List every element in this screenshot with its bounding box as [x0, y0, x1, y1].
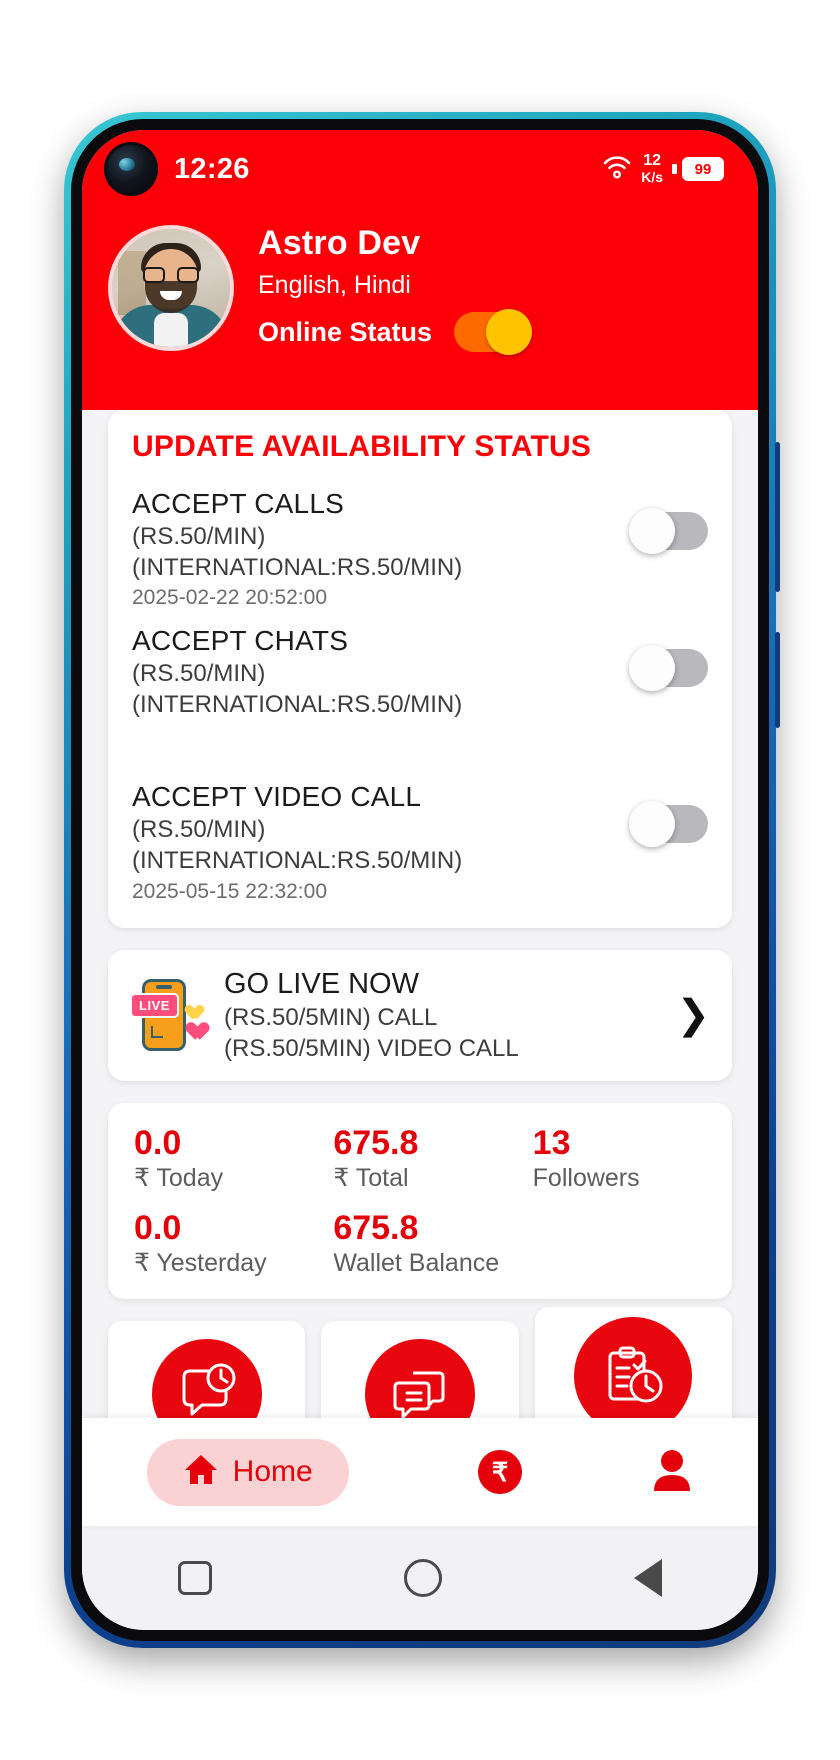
chat-bubbles-icon — [364, 1339, 475, 1418]
availability-row-video: ACCEPT VIDEO CALL (RS.50/MIN) (INTERNATI… — [132, 779, 708, 906]
profile-name: Astro Dev — [258, 224, 421, 262]
feature-tiles: CHAT REQUESTS CHAT HISTORY — [108, 1307, 732, 1418]
row-rate: (RS.50/MIN) — [132, 816, 266, 844]
row-rate: (RS.50/MIN) — [132, 523, 266, 550]
availability-card: UPDATE AVAILABILITY STATUS ACCEPT CALLS … — [108, 410, 732, 928]
main-content: UPDATE AVAILABILITY STATUS ACCEPT CALLS … — [82, 410, 758, 1418]
accept-video-call-toggle[interactable] — [629, 801, 708, 848]
earnings-stats-card: 0.0 ₹ Today 675.8 ₹ Total 13 Followers 0… — [108, 1102, 732, 1300]
tile-chat-requests[interactable]: CHAT REQUESTS — [108, 1321, 306, 1418]
clipboard-clock-icon — [574, 1317, 693, 1418]
power-button[interactable] — [775, 632, 780, 728]
go-live-video-rate: (RS.50/5MIN) VIDEO CALL — [224, 1034, 519, 1062]
screenshot-root: 12:26 12 K/s 99 Astro Dev English, Hindi… — [0, 0, 840, 1760]
online-status-toggle[interactable] — [454, 309, 533, 355]
availability-row-calls: ACCEPT CALLS (RS.50/MIN) (INTERNATIONAL:… — [132, 486, 708, 613]
nav-item-profile[interactable] — [651, 1448, 693, 1497]
go-live-card[interactable]: LIVE GO LIVE NOW (RS.50/5MIN) CALL (RS.5… — [108, 949, 732, 1081]
stat-value: 0.0 — [134, 1123, 182, 1162]
nav-item-wallet[interactable]: ₹ — [478, 1450, 522, 1494]
android-navigation-bar — [82, 1526, 758, 1630]
profile-languages: English, Hindi — [258, 271, 411, 299]
row-title: ACCEPT CALLS — [132, 488, 344, 519]
status-bar: 12:26 12 K/s 99 — [82, 130, 758, 208]
toggle-knob — [629, 508, 675, 554]
home-circle-icon[interactable] — [404, 1559, 442, 1597]
row-timestamp: 2025-02-22 20:52:00 — [132, 586, 327, 610]
row-international-rate: (INTERNATIONAL:RS.50/MIN) — [132, 847, 463, 875]
back-icon[interactable] — [634, 1559, 662, 1597]
stat-label: ₹ Yesterday — [134, 1248, 267, 1277]
accept-calls-toggle[interactable] — [629, 508, 708, 554]
row-title: ACCEPT VIDEO CALL — [132, 781, 422, 813]
row-international-rate: (INTERNATIONAL:RS.50/MIN) — [132, 554, 463, 582]
stat-label: Followers — [532, 1163, 640, 1192]
stat-wallet-balance: 675.8 Wallet Balance — [333, 1210, 532, 1279]
toggle-knob — [629, 644, 675, 691]
chevron-right-icon[interactable]: ❯ — [676, 995, 710, 1035]
row-timestamp — [132, 720, 634, 749]
network-speed-value: 12 — [643, 152, 661, 169]
row-international-rate: (INTERNATIONAL:RS.50/MIN) — [132, 690, 463, 718]
profile-header: Astro Dev English, Hindi Online Status — [82, 208, 758, 445]
live-badge: LIVE — [130, 993, 179, 1019]
chat-clock-icon — [151, 1339, 262, 1418]
network-speed-unit: K/s — [641, 169, 663, 185]
status-clock: 12:26 — [174, 152, 250, 185]
row-title: ACCEPT CHATS — [132, 624, 349, 656]
online-status-label: Online Status — [258, 316, 433, 347]
toggle-knob — [629, 801, 675, 848]
phone-screen: 12:26 12 K/s 99 Astro Dev English, Hindi… — [82, 130, 758, 1630]
availability-title: UPDATE AVAILABILITY STATUS — [132, 430, 592, 463]
home-icon — [183, 1453, 219, 1492]
toggle-knob — [486, 309, 533, 355]
stat-value: 13 — [532, 1123, 571, 1162]
stat-followers: 13 Followers — [533, 1125, 706, 1194]
person-icon — [651, 1448, 693, 1497]
nav-item-home[interactable]: Home — [146, 1438, 349, 1506]
heart-icon — [182, 999, 198, 1014]
row-timestamp: 2025-05-15 22:32:00 — [132, 879, 327, 903]
bottom-navigation: Home ₹ — [82, 1418, 758, 1526]
phone-bezel: 12:26 12 K/s 99 Astro Dev English, Hindi… — [71, 119, 769, 1641]
status-indicators: 12 K/s 99 — [602, 153, 724, 185]
stat-value: 675.8 — [333, 1123, 419, 1162]
battery-indicator: 99 — [682, 157, 724, 181]
accept-chats-toggle[interactable] — [629, 644, 708, 691]
stat-label: Wallet Balance — [333, 1248, 500, 1277]
stat-yesterday: 0.0 ₹ Yesterday — [134, 1210, 333, 1279]
go-live-call-rate: (RS.50/5MIN) CALL — [224, 1003, 438, 1031]
battery-tip-icon — [672, 164, 677, 174]
go-live-title: GO LIVE NOW — [224, 967, 419, 1000]
availability-row-chats: ACCEPT CHATS (RS.50/MIN) (INTERNATIONAL:… — [132, 623, 708, 749]
stat-label: ₹ Today — [134, 1163, 224, 1192]
rupee-icon: ₹ — [478, 1450, 522, 1494]
nav-home-label: Home — [232, 1455, 313, 1488]
tile-chat-history[interactable]: CHAT HISTORY — [321, 1321, 519, 1418]
wifi-icon — [602, 154, 632, 185]
tile-current[interactable]: CURRENT — [534, 1307, 732, 1418]
live-phone-icon: LIVE — [130, 975, 204, 1055]
recent-apps-icon[interactable] — [178, 1561, 212, 1595]
front-camera-icon — [104, 142, 158, 196]
row-rate: (RS.50/MIN) — [132, 659, 266, 687]
stat-value: 0.0 — [134, 1209, 182, 1248]
avatar[interactable] — [108, 225, 234, 351]
network-speed: 12 K/s — [641, 152, 663, 186]
stat-total: 675.8 ₹ Total — [333, 1125, 532, 1194]
volume-button[interactable] — [775, 442, 780, 592]
stat-today: 0.0 ₹ Today — [134, 1125, 333, 1194]
phone-frame: 12:26 12 K/s 99 Astro Dev English, Hindi… — [64, 112, 780, 1648]
stat-label: ₹ Total — [333, 1163, 409, 1192]
stat-value: 675.8 — [333, 1209, 419, 1248]
heart-icon — [184, 1015, 204, 1034]
